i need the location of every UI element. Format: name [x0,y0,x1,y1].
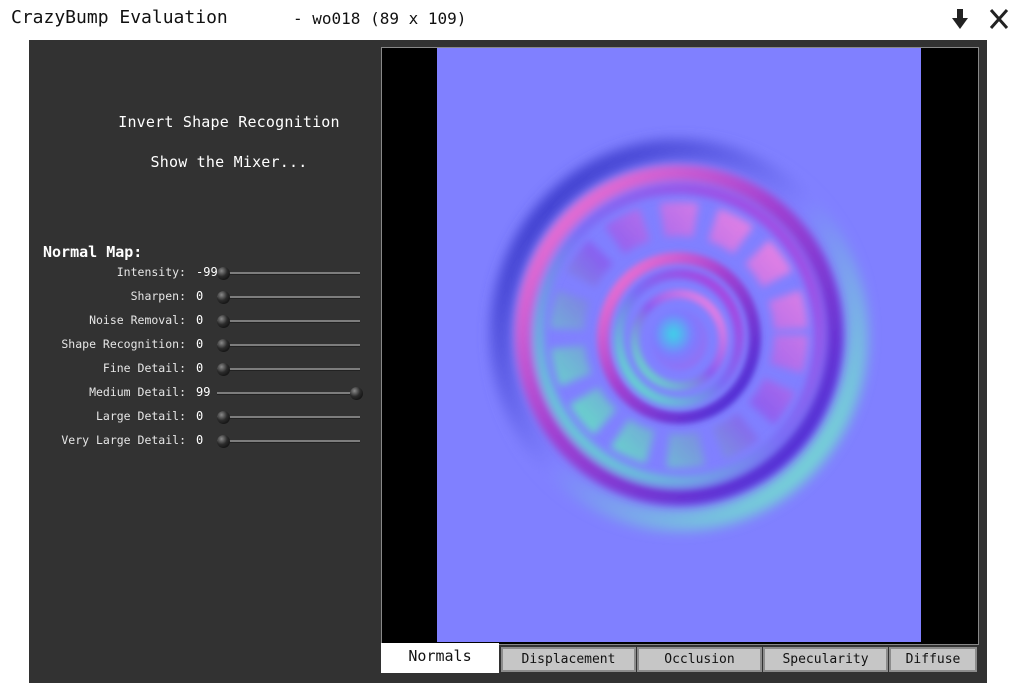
slider-track[interactable] [217,440,360,443]
slider-value: 0 [196,313,204,327]
slider-row: Large Detail: 0 [29,407,374,427]
slider-row: Intensity: -99 [29,263,374,283]
slider-value: 0 [196,289,204,303]
slider-row: Noise Removal: 0 [29,311,374,331]
slider-row: Sharpen: 0 [29,287,374,307]
tab-displacement[interactable]: Displacement [501,647,636,672]
slider-label: Large Detail: [95,409,186,423]
slider-row: Shape Recognition: 0 [29,335,374,355]
invert-shape-recognition-button[interactable]: Invert Shape Recognition [79,113,379,131]
slider-label: Sharpen: [130,289,186,303]
slider-label: Fine Detail: [102,361,186,375]
slider-label: Noise Removal: [89,313,186,327]
tab-diffuse[interactable]: Diffuse [889,647,977,672]
slider-knob[interactable] [350,387,363,400]
tab-specularity[interactable]: Specularity [763,647,888,672]
slider-knob[interactable] [217,315,230,328]
show-mixer-button[interactable]: Show the Mixer... [79,153,379,171]
slider-row: Very Large Detail: 0 [29,431,374,451]
slider-knob[interactable] [217,267,230,280]
slider-row: Fine Detail: 0 [29,359,374,379]
slider-value: -99 [196,265,218,279]
close-icon[interactable] [987,6,1011,32]
slider-track[interactable] [217,344,360,347]
slider-track[interactable] [217,392,360,395]
app-title: CrazyBump Evaluation [11,7,228,28]
slider-value: 0 [196,337,204,351]
tab-normals[interactable]: Normals [381,643,499,673]
slider-value: 0 [196,409,204,423]
slider-track[interactable] [217,296,360,299]
preview-viewport[interactable] [381,47,979,645]
slider-value: 0 [196,361,204,375]
slider-label: Medium Detail: [89,385,186,399]
slider-track[interactable] [217,272,360,275]
slider-track[interactable] [217,416,360,419]
slider-value: 99 [196,385,211,399]
slider-knob[interactable] [217,435,230,448]
slider-knob[interactable] [217,291,230,304]
slider-label: Intensity: [116,265,186,279]
slider-label: Very Large Detail: [61,433,186,447]
slider-knob[interactable] [217,363,230,376]
slider-label: Shape Recognition: [61,337,186,351]
normal-map-title: Normal Map: [43,243,143,261]
slider-knob[interactable] [217,411,230,424]
tab-occlusion[interactable]: Occlusion [637,647,762,672]
slider-value: 0 [196,433,204,447]
normal-map-texture [437,48,921,642]
slider-knob[interactable] [217,339,230,352]
slider-track[interactable] [217,320,360,323]
main-frame: Invert Shape Recognition Show the Mixer.… [29,40,987,683]
file-info: - wo018 (89 x 109) [293,9,467,28]
slider-track[interactable] [217,368,360,371]
download-icon[interactable] [948,6,972,32]
slider-row: Medium Detail: 99 [29,383,374,403]
title-bar: CrazyBump Evaluation - wo018 (89 x 109) [0,0,1017,40]
